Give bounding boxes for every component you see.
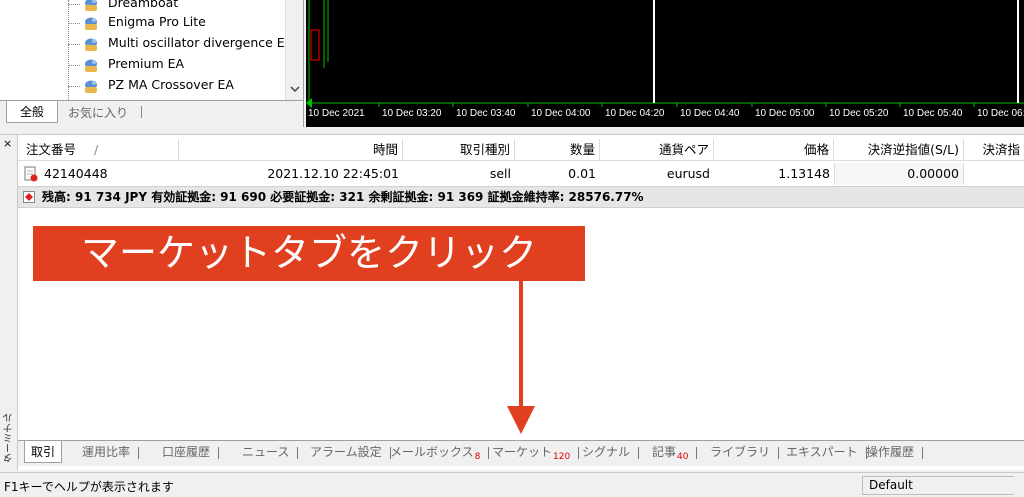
tab-mailbox[interactable]: メールボックス8 (384, 441, 495, 463)
balance-text: 残高: 91 734 JPY 有効証拠金: 91 690 必要証拠金: 321 … (42, 190, 644, 204)
order-stop-loss: 0.00000 (834, 163, 964, 185)
help-hint: F1キーでヘルプが表示されます (4, 480, 174, 494)
profile-name: Default (862, 476, 1014, 495)
table-row[interactable]: 42140448 2021.12.10 22:45:01 sell 0.01 e… (18, 163, 1024, 185)
market-badge: 120 (553, 452, 571, 462)
bear-candle (310, 29, 320, 61)
arrow-shaft (519, 281, 523, 409)
time-label: 10 Dec 2021 (308, 108, 365, 119)
column-size[interactable]: 数量 (515, 139, 600, 161)
tab-signals[interactable]: シグナル (576, 441, 645, 463)
splitter[interactable] (0, 127, 1024, 135)
instruction-callout: マーケットタブをクリック (33, 226, 585, 281)
time-label: 10 Dec 04:40 (680, 108, 740, 119)
instruction-text: マーケットタブをクリック (80, 231, 537, 275)
tab-experts[interactable]: エキスパート (780, 441, 873, 463)
order-size: 0.01 (568, 166, 596, 181)
tab-favorites[interactable]: お気に入り (62, 101, 142, 123)
column-symbol[interactable]: 通貨ペア (600, 139, 714, 161)
sell-order-icon (24, 166, 38, 182)
navigator-panel: Dreamboat Enigma Pro Lite Multi oscillat… (0, 0, 304, 127)
time-label: 10 Dec 06:0 (977, 108, 1024, 119)
tab-alerts[interactable]: アラーム設定 (304, 441, 397, 463)
time-label: 10 Dec 05:00 (755, 108, 815, 119)
order-number: 42140448 (44, 166, 108, 181)
order-symbol: eurusd (666, 166, 710, 181)
close-icon[interactable]: × (3, 138, 12, 149)
tab-journal[interactable]: 操作履歴 (860, 441, 929, 463)
time-label: 10 Dec 03:40 (456, 108, 516, 119)
orders-table-header: 注文番号 / 時間 取引種別 数量 通貨ペア 価格 決済逆指値(S/L) 決済指 (18, 139, 1024, 161)
time-label: 10 Dec 04:00 (531, 108, 591, 119)
terminal-side-bar: × ターミナル (0, 135, 18, 470)
chevron-down-icon[interactable] (290, 84, 300, 94)
mailbox-badge: 8 (474, 452, 481, 462)
nav-item-pz-ma-crossover-ea[interactable]: PZ MA Crossover EA (62, 76, 282, 97)
navigator-tabs: 全般 お気に入り (0, 100, 303, 127)
sort-indicator: / (94, 142, 99, 157)
nav-item-premium-ea[interactable]: Premium EA (62, 55, 282, 76)
time-label: 10 Dec 05:40 (903, 108, 963, 119)
tab-general[interactable]: 全般 (6, 101, 58, 123)
column-price[interactable]: 価格 (714, 139, 834, 161)
tab-exposure[interactable]: 運用比率 (76, 441, 145, 463)
navigator-scrollbar[interactable] (285, 0, 303, 100)
tab-market[interactable]: マーケット120 (486, 441, 585, 463)
expert-advisor-icon (85, 17, 97, 30)
time-label: 10 Dec 05:20 (829, 108, 889, 119)
tab-library[interactable]: ライブラリ (704, 441, 785, 463)
price-chart[interactable]: 10 Dec 2021 10 Dec 03:20 10 Dec 03:40 10… (306, 0, 1024, 127)
tab-trade[interactable]: 取引 (24, 441, 63, 463)
order-time: 2021.12.10 22:45:01 (267, 166, 399, 181)
tab-account-history[interactable]: 口座履歴 (156, 441, 225, 463)
articles-badge: 40 (677, 452, 689, 462)
time-label: 10 Dec 04:20 (605, 108, 665, 119)
expert-advisor-icon (85, 59, 97, 72)
terminal-title: ターミナル (4, 413, 15, 463)
order-price: 1.13148 (778, 166, 830, 181)
time-label: 10 Dec 03:20 (382, 108, 442, 119)
terminal-tabs: 取引 運用比率 口座履歴 ニュース アラーム設定 メールボックス8 マーケット1… (18, 440, 1024, 466)
expert-advisor-icon (85, 80, 97, 93)
column-type[interactable]: 取引種別 (403, 139, 515, 161)
column-order[interactable]: 注文番号 / (18, 139, 179, 161)
balance-summary-row: 残高: 91 734 JPY 有効証拠金: 91 690 必要証拠金: 321 … (18, 186, 1024, 208)
balance-icon (23, 191, 35, 203)
order-type: sell (489, 166, 511, 181)
expert-advisor-list: Dreamboat Enigma Pro Lite Multi oscillat… (0, 0, 285, 100)
column-stop-loss[interactable]: 決済逆指値(S/L) (834, 139, 964, 161)
nav-item-enigma-pro-lite[interactable]: Enigma Pro Lite (62, 13, 282, 34)
tab-news[interactable]: ニュース (236, 441, 304, 463)
tab-articles[interactable]: 記事40 (646, 441, 703, 463)
column-take-profit[interactable]: 決済指 (964, 139, 1024, 161)
status-bar: F1キーでヘルプが表示されます Default (0, 472, 1024, 497)
expert-advisor-icon (85, 0, 97, 11)
arrow-down-icon (507, 406, 535, 434)
nav-item-multi-oscillator-divergence[interactable]: Multi oscillator divergence E (62, 34, 285, 55)
expert-advisor-icon (85, 38, 97, 51)
time-ticks (378, 103, 975, 107)
column-time[interactable]: 時間 (179, 139, 403, 161)
